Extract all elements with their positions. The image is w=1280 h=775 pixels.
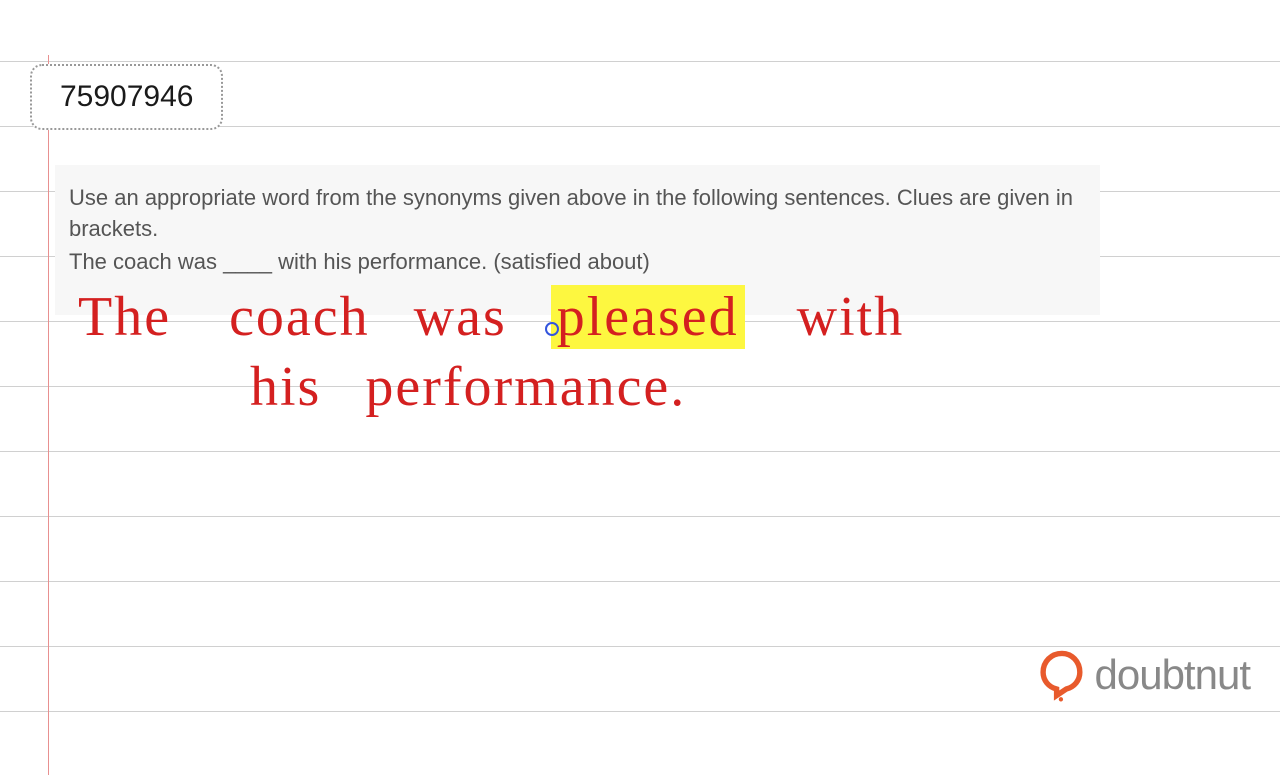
answer-word-was: was (414, 285, 507, 349)
question-id-badge: 75907946 (30, 64, 223, 130)
question-suffix: ) (643, 249, 650, 274)
answer-word-pleased-highlighted: pleased (551, 285, 745, 349)
answer-word-the: The (78, 285, 171, 349)
question-instruction: Use an appropriate word from the synonym… (69, 183, 1084, 245)
answer-line-2: his performance. (250, 355, 686, 419)
question-sentence: The coach was ____ with his performance.… (69, 249, 1084, 275)
question-prefix: The coach was ____ with his performance.… (69, 249, 501, 274)
doubtnut-logo-text: doubtnut (1095, 651, 1251, 699)
answer-word-performance: performance. (365, 355, 686, 419)
answer-word-coach: coach (229, 285, 370, 349)
question-clue: satisfied about (501, 249, 643, 274)
cursor-indicator (545, 322, 559, 336)
answer-line-1: The coach was pleased with (78, 285, 904, 349)
doubtnut-logo[interactable]: doubtnut (1035, 648, 1251, 702)
margin-line (48, 55, 49, 775)
answer-word-with: with (797, 285, 905, 349)
answer-word-his: his (250, 355, 321, 419)
question-id-text: 75907946 (60, 80, 193, 113)
doubtnut-icon (1035, 648, 1089, 702)
